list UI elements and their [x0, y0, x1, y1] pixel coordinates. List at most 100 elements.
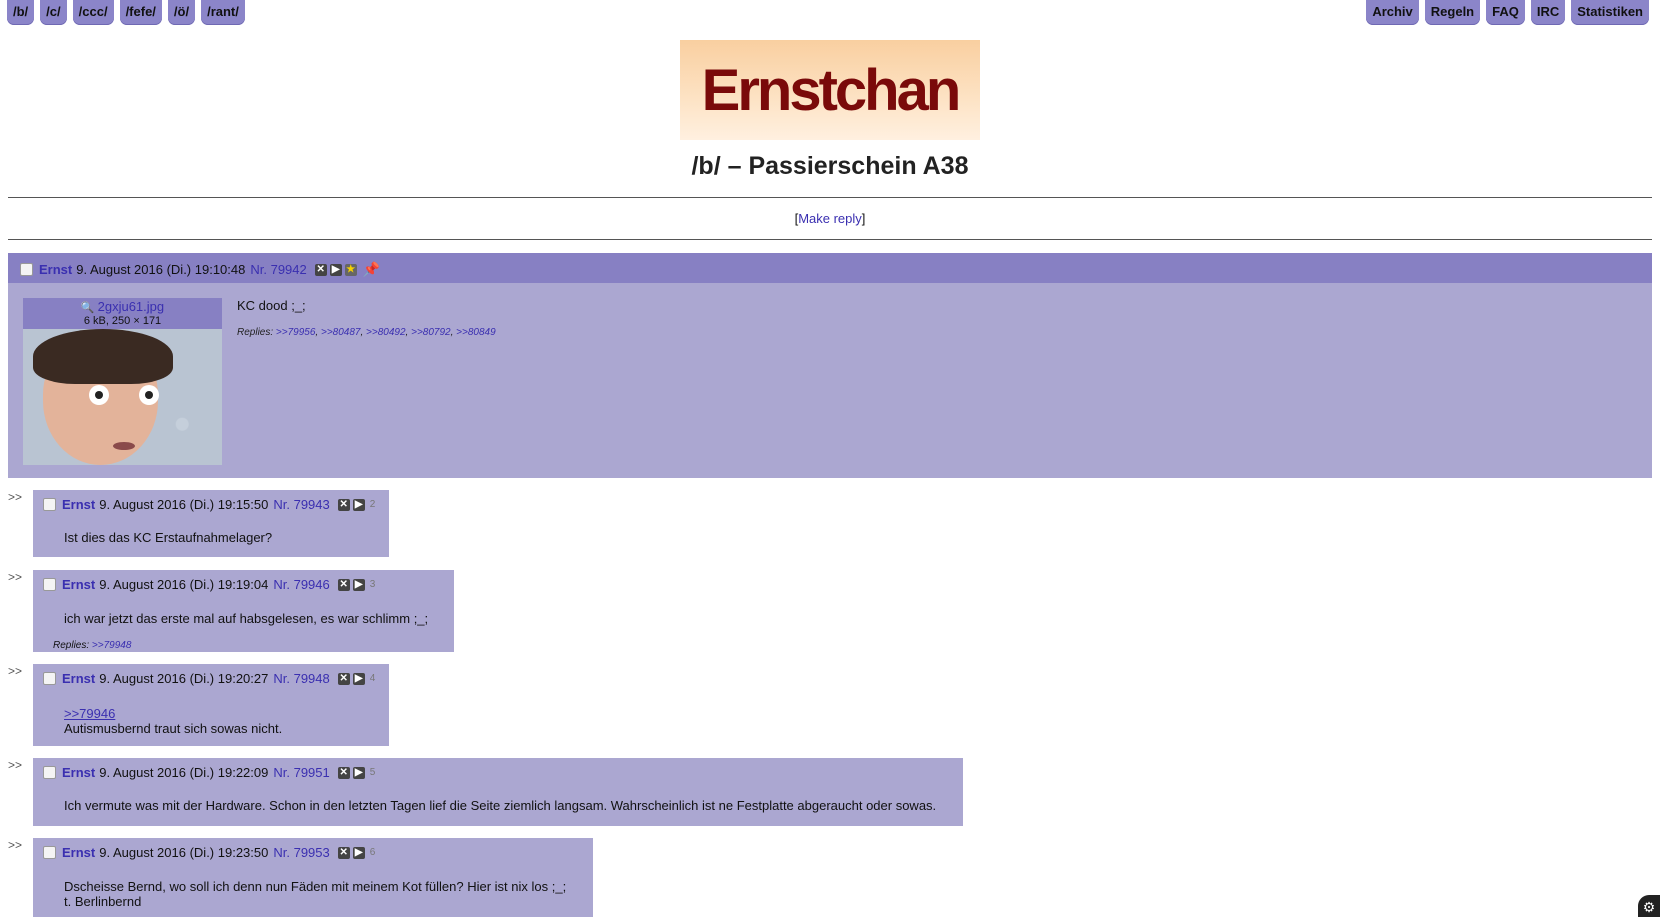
reply-backlink[interactable]: >>80849	[456, 327, 496, 338]
reply-post: Ernst 9. August 2016 (Di.) 19:15:50 Nr. …	[33, 490, 389, 557]
reply-post: Ernst 9. August 2016 (Di.) 19:23:50 Nr. …	[33, 838, 593, 917]
reply-backlink[interactable]: >>80492	[366, 327, 406, 338]
file-name-link[interactable]: 2gxju61.jpg	[98, 299, 165, 314]
post-number-link[interactable]: Nr. 79948	[273, 671, 329, 686]
make-reply-link[interactable]: Make reply	[798, 211, 862, 226]
pin-icon: 📌	[362, 261, 381, 277]
settings-corner-icon[interactable]: ⚙	[1638, 895, 1660, 917]
nav-board-fefe[interactable]: /fefe/	[119, 0, 162, 25]
poster-name: Ernst	[62, 765, 96, 780]
board-nav: /b/ /c/ /ccc/ /fefe/ /ö/ /rant/	[7, 0, 245, 25]
nav-faq[interactable]: FAQ	[1486, 0, 1525, 25]
post-text: Ist dies das KC Erstaufnahmelager?	[64, 530, 273, 545]
post-text-line2: t. Berlinbernd	[64, 894, 142, 909]
post-checkbox[interactable]	[43, 766, 56, 779]
file-info: 🔍 2gxju61.jpg 6 kB, 250 × 171	[23, 298, 222, 329]
reply-post: Ernst 9. August 2016 (Di.) 19:19:04 Nr. …	[33, 570, 454, 652]
post-text: Ich vermute was mit der Hardware. Schon …	[64, 798, 937, 813]
nav-board-rant[interactable]: /rant/	[201, 0, 245, 25]
reply-arrows: >>	[8, 490, 23, 504]
post-date: 9. August 2016 (Di.) 19:22:09	[99, 765, 269, 780]
hide-icon[interactable]: ✕	[337, 498, 350, 511]
post-number-link[interactable]: Nr. 79943	[273, 497, 329, 512]
post-number-link[interactable]: Nr. 79953	[273, 845, 329, 860]
file-meta: 6 kB, 250 × 171	[83, 315, 162, 327]
make-reply-bar: [Make reply]	[794, 211, 866, 226]
post-index: 2	[369, 499, 376, 510]
post-date: 9. August 2016 (Di.) 19:23:50	[99, 845, 269, 860]
nav-board-ccc[interactable]: /ccc/	[72, 0, 114, 25]
post-index: 4	[369, 673, 376, 684]
reply-backlink[interactable]: >>79956	[276, 327, 316, 338]
post-message: >>79946 Autismusbernd traut sich sowas n…	[64, 706, 282, 736]
expand-icon[interactable]: ▶	[352, 672, 365, 685]
expand-icon[interactable]: ▶	[352, 498, 365, 511]
post-date: 9. August 2016 (Di.) 19:20:27	[99, 671, 269, 686]
page-title: /b/ – Passierschein A38	[691, 152, 969, 180]
post-number-link[interactable]: Nr. 79951	[273, 765, 329, 780]
post-index: 5	[369, 767, 376, 778]
nav-statistiken[interactable]: Statistiken	[1571, 0, 1649, 25]
quote-link[interactable]: >>79946	[64, 706, 115, 721]
op-message: KC dood ;_; Replies: >>79956, >>80487, >…	[237, 298, 496, 338]
post-text: ich war jetzt das erste mal auf habsgele…	[64, 611, 429, 626]
hide-icon[interactable]: ✕	[337, 846, 350, 859]
site-logo[interactable]: Ernstchan	[680, 40, 980, 140]
nav-board-oe[interactable]: /ö/	[167, 0, 196, 25]
post-checkbox[interactable]	[43, 578, 56, 591]
hide-icon[interactable]: ✕	[314, 263, 327, 276]
nav-irc[interactable]: IRC	[1530, 0, 1566, 25]
post-number-link[interactable]: Nr. 79946	[273, 577, 329, 592]
poster-name: Ernst	[62, 845, 96, 860]
poster-name: Ernst	[62, 497, 96, 512]
post-checkbox[interactable]	[20, 263, 33, 276]
nav-archiv[interactable]: Archiv	[1366, 0, 1419, 25]
reply-post: Ernst 9. August 2016 (Di.) 19:20:27 Nr. …	[33, 664, 389, 746]
op-replies: Replies: >>79956, >>80487, >>80492, >>80…	[237, 327, 496, 338]
nav-board-b[interactable]: /b/	[7, 0, 35, 25]
nav-board-c[interactable]: /c/	[40, 0, 67, 25]
op-header: Ernst 9. August 2016 (Di.) 19:10:48 Nr. …	[8, 253, 1652, 283]
reply-backlink[interactable]: >>79948	[92, 640, 132, 651]
reply-arrows: >>	[8, 758, 23, 772]
hide-icon[interactable]: ✕	[337, 766, 350, 779]
star-icon[interactable]: ★	[344, 263, 357, 276]
reply-arrows: >>	[8, 570, 23, 584]
expand-icon[interactable]: ▶	[352, 846, 365, 859]
nav-regeln[interactable]: Regeln	[1424, 0, 1481, 25]
post-date: 9. August 2016 (Di.) 19:19:04	[99, 577, 269, 592]
post-checkbox[interactable]	[43, 846, 56, 859]
post-text: Dscheisse Bernd, wo soll ich denn nun Fä…	[64, 879, 567, 894]
op-file: 🔍 2gxju61.jpg 6 kB, 250 × 171	[23, 298, 222, 465]
site-nav: Archiv Regeln FAQ IRC Statistiken	[1366, 0, 1649, 25]
reply-arrows: >>	[8, 838, 23, 852]
post-replies: Replies: >>79948	[53, 640, 132, 651]
op-text: KC dood ;_;	[237, 298, 306, 313]
hide-icon[interactable]: ✕	[337, 578, 350, 591]
divider	[8, 197, 1652, 198]
magnify-icon[interactable]: 🔍	[81, 302, 95, 314]
hide-icon[interactable]: ✕	[337, 672, 350, 685]
expand-icon[interactable]: ▶	[329, 263, 342, 276]
op-meta: Ernst 9. August 2016 (Di.) 19:10:48 Nr. …	[20, 261, 380, 278]
expand-icon[interactable]: ▶	[352, 766, 365, 779]
divider	[8, 239, 1652, 240]
logo-text: Ernstchan	[701, 57, 962, 123]
post-message: Dscheisse Bernd, wo soll ich denn nun Fä…	[64, 879, 566, 909]
post-number-link[interactable]: Nr. 79942	[250, 262, 306, 277]
reply-backlink[interactable]: >>80792	[411, 327, 451, 338]
post-index: 6	[369, 847, 376, 858]
poster-name: Ernst	[62, 577, 96, 592]
poster-name: Ernst	[39, 262, 73, 277]
reply-backlink[interactable]: >>80487	[321, 327, 361, 338]
post-checkbox[interactable]	[43, 498, 56, 511]
post-index: 3	[369, 579, 376, 590]
op-thumbnail[interactable]	[23, 329, 222, 465]
post-date: 9. August 2016 (Di.) 19:15:50	[99, 497, 269, 512]
reply-arrows: >>	[8, 664, 23, 678]
poster-name: Ernst	[62, 671, 96, 686]
post-text: Autismusbernd traut sich sowas nicht.	[64, 721, 283, 736]
post-checkbox[interactable]	[43, 672, 56, 685]
expand-icon[interactable]: ▶	[352, 578, 365, 591]
op-body: 🔍 2gxju61.jpg 6 kB, 250 × 171 KC dood ;_…	[8, 283, 1652, 478]
